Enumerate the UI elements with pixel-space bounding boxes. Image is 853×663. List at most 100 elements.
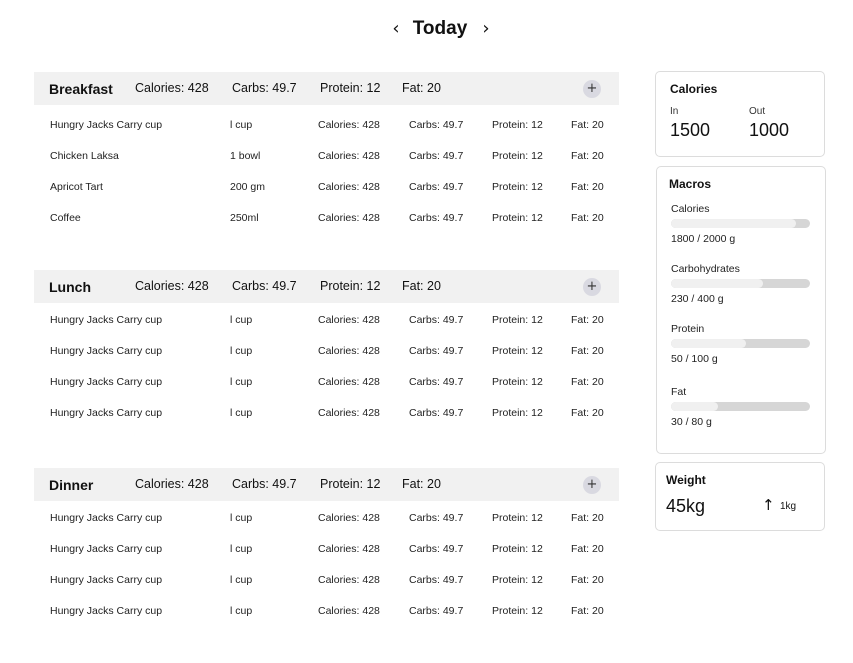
food-quantity: l cup: [230, 345, 253, 357]
food-calories: Calories: 428: [318, 150, 380, 162]
food-quantity: 200 gm: [230, 181, 266, 193]
food-row[interactable]: Apricot Tart 200 gm Calories: 428 Carbs: 49…: [34, 180, 619, 211]
meal-protein: Protein: 12: [320, 279, 381, 293]
food-fat: Fat: 20: [571, 212, 604, 224]
food-fat: Fat: 20: [571, 407, 604, 419]
food-row[interactable]: Chicken Laksa 1 bowl Calories: 428 Carbs: 4…: [34, 149, 619, 180]
macro-value: 30 / 80 g: [671, 416, 712, 428]
food-name: Apricot Tart: [50, 181, 103, 193]
meal-protein: Protein: 12: [320, 477, 381, 491]
food-carbs: Carbs: 49.7: [409, 119, 464, 131]
food-carbs: Carbs: 49.7: [409, 376, 464, 388]
meal-fat: Fat: 20: [402, 477, 441, 491]
food-row[interactable]: Hungry Jacks Carry cup l cup Calories: 428…: [34, 406, 619, 437]
meal-section-lunch: Lunch Calories: 428 Carbs: 49.7 Protein: 12…: [34, 270, 619, 468]
meal-protein: Protein: 12: [320, 81, 381, 95]
food-name: Hungry Jacks Carry cup: [50, 345, 163, 357]
add-food-button[interactable]: +: [583, 80, 601, 98]
meal-section-dinner: Dinner Calories: 428 Carbs: 49.7 Protein: 1…: [34, 468, 619, 663]
food-fat: Fat: 20: [571, 512, 604, 524]
food-carbs: Carbs: 49.7: [409, 181, 464, 193]
add-food-button[interactable]: +: [583, 476, 601, 494]
meal-carbs: Carbs: 49.7: [232, 477, 297, 491]
food-protein: Protein: 12: [492, 181, 543, 193]
weight-card: Weight 45kg ↑ 1kg: [655, 462, 825, 531]
food-quantity: l cup: [230, 543, 253, 555]
meal-section-breakfast: Breakfast Calories: 428 Carbs: 49.7 Protein…: [34, 72, 619, 270]
meal-list: Breakfast Calories: 428 Carbs: 49.7 Protein…: [34, 72, 619, 663]
food-carbs: Carbs: 49.7: [409, 512, 464, 524]
food-protein: Protein: 12: [492, 543, 543, 555]
food-fat: Fat: 20: [571, 345, 604, 357]
meal-carbs: Carbs: 49.7: [232, 279, 297, 293]
food-protein: Protein: 12: [492, 574, 543, 586]
food-protein: Protein: 12: [492, 212, 543, 224]
food-calories: Calories: 428: [318, 314, 380, 326]
food-calories: Calories: 428: [318, 574, 380, 586]
food-quantity: 250ml: [230, 212, 259, 224]
food-name: Chicken Laksa: [50, 150, 119, 162]
food-protein: Protein: 12: [492, 376, 543, 388]
food-fat: Fat: 20: [571, 605, 604, 617]
food-quantity: l cup: [230, 314, 253, 326]
meal-title: Dinner: [49, 477, 94, 493]
macro-progress-bar: [671, 339, 810, 348]
macro-label: Carbohydrates: [671, 263, 740, 275]
food-fat: Fat: 20: [571, 150, 604, 162]
weight-card-title: Weight: [666, 473, 706, 487]
food-row[interactable]: Hungry Jacks Carry cup l cup Calories: 428…: [34, 118, 619, 149]
meal-carbs: Carbs: 49.7: [232, 81, 297, 95]
macro-progress-bar: [671, 279, 810, 288]
food-name: Hungry Jacks Carry cup: [50, 512, 163, 524]
add-food-button[interactable]: +: [583, 278, 601, 296]
food-calories: Calories: 428: [318, 181, 380, 193]
food-calories: Calories: 428: [318, 212, 380, 224]
food-row[interactable]: Hungry Jacks Carry cup l cup Calories: 428…: [34, 542, 619, 573]
macro-value: 1800 / 2000 g: [671, 233, 736, 245]
food-row[interactable]: Hungry Jacks Carry cup l cup Calories: 428…: [34, 313, 619, 344]
food-carbs: Carbs: 49.7: [409, 407, 464, 419]
food-calories: Calories: 428: [318, 605, 380, 617]
page-title: Today: [412, 18, 468, 39]
food-protein: Protein: 12: [492, 605, 543, 617]
food-name: Hungry Jacks Carry cup: [50, 314, 163, 326]
food-calories: Calories: 428: [318, 543, 380, 555]
food-name: Hungry Jacks Carry cup: [50, 407, 163, 419]
food-carbs: Carbs: 49.7: [409, 345, 464, 357]
food-protein: Protein: 12: [492, 345, 543, 357]
food-carbs: Carbs: 49.7: [409, 574, 464, 586]
food-row[interactable]: Coffee 250ml Calories: 428 Carbs: 49.7 Prote…: [34, 211, 619, 242]
macro-label: Calories: [671, 203, 710, 215]
macro-label: Fat: [671, 386, 687, 398]
food-row[interactable]: Hungry Jacks Carry cup l cup Calories: 428…: [34, 344, 619, 375]
prev-day-button[interactable]: ‹: [386, 18, 406, 40]
food-protein: Protein: 12: [492, 150, 543, 162]
food-row[interactable]: Hungry Jacks Carry cup l cup Calories: 428…: [34, 375, 619, 406]
food-fat: Fat: 20: [571, 314, 604, 326]
food-calories: Calories: 428: [318, 407, 380, 419]
plus-icon: +: [586, 279, 598, 294]
food-protein: Protein: 12: [492, 407, 543, 419]
food-fat: Fat: 20: [571, 119, 604, 131]
calories-in-value: 1500: [670, 120, 711, 140]
food-calories: Calories: 428: [318, 512, 380, 524]
food-row[interactable]: Hungry Jacks Carry cup l cup Calories: 428…: [34, 511, 619, 542]
food-protein: Protein: 12: [492, 512, 543, 524]
macro-progress-fill: [671, 402, 719, 411]
food-row[interactable]: Hungry Jacks Carry cup l cup Calories: 428…: [34, 604, 619, 635]
macro-progress-fill: [671, 339, 747, 348]
food-quantity: 1 bowl: [230, 150, 261, 162]
macro-progress-bar: [671, 402, 810, 411]
meal-fat: Fat: 20: [402, 279, 441, 293]
macros-card-title: Macros: [669, 177, 712, 191]
weight-change: 1kg: [780, 501, 797, 512]
macro-progress-fill: [671, 279, 763, 288]
next-day-button[interactable]: ›: [476, 18, 496, 40]
macro-progress-fill: [671, 219, 797, 228]
plus-icon: +: [586, 81, 598, 96]
chevron-left-icon: ‹: [392, 18, 400, 39]
food-quantity: l cup: [230, 376, 253, 388]
calories-card-title: Calories: [670, 82, 718, 96]
food-calories: Calories: 428: [318, 119, 380, 131]
food-row[interactable]: Hungry Jacks Carry cup l cup Calories: 428…: [34, 573, 619, 604]
